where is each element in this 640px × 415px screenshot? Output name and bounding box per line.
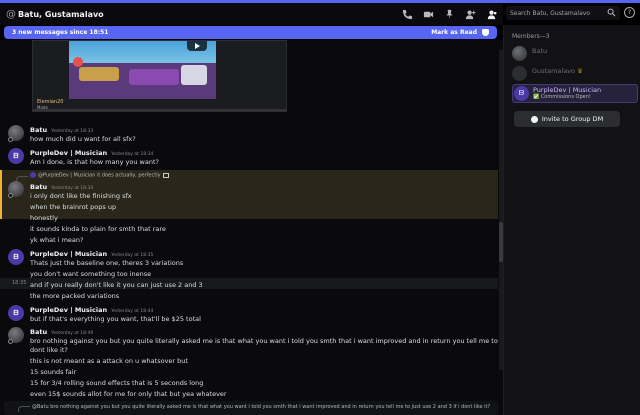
- message-text: i only dont like the finishing sfx: [30, 192, 132, 200]
- avatar[interactable]: ᗷ: [8, 249, 24, 265]
- message-author[interactable]: Batu Yesterday at 18:33: [30, 126, 93, 134]
- pin-icon[interactable]: [443, 8, 455, 20]
- member-name: Batu: [532, 47, 548, 55]
- message-text: Thats just the baseline one, theres 3 va…: [30, 259, 184, 267]
- reply-preview-bar[interactable]: @Batu bro nothing against you but you qu…: [4, 401, 498, 415]
- message-text: and if you really don't like it you can …: [30, 281, 203, 289]
- channel-title: Batu, Gustamalavo: [18, 9, 104, 19]
- message-text: dont like it?: [30, 346, 68, 354]
- message-text: it sounds kinda to plain for smth that r…: [30, 225, 166, 233]
- message-text: how much did u want for all sfx?: [30, 135, 136, 143]
- message-text: when the brainrot pops up: [30, 203, 117, 211]
- reply-preview-text: @Batu bro nothing against you but you qu…: [32, 404, 491, 410]
- message-text: bro nothing against you but you quite li…: [30, 337, 563, 345]
- message-author[interactable]: PurpleDev | Musician Yesterday at 18:35: [30, 250, 153, 258]
- message-timestamp: Yesterday at 18:34: [51, 186, 94, 191]
- member-status: ✅ Commissions Open!: [533, 94, 591, 100]
- reply-reference[interactable]: @PurpleDev | Musician it does actually, …: [30, 172, 169, 179]
- crown-icon: ♛: [577, 67, 583, 75]
- voice-call-icon[interactable]: [401, 8, 413, 20]
- avatar: [512, 66, 527, 81]
- message-text: this is not meant as a attack on u whats…: [30, 357, 188, 365]
- member-name: Gustamalavo ♛: [532, 67, 583, 75]
- video-frame: [69, 41, 216, 99]
- member-name: PurpleDev | Musician: [533, 86, 602, 94]
- message-text: you don't want something too inense: [30, 270, 152, 278]
- member-list-icon[interactable]: [485, 8, 497, 20]
- avatar[interactable]: ᗷ: [8, 148, 24, 164]
- hover-timestamp: 18:35: [12, 280, 27, 286]
- invite-to-group-button[interactable]: Invite to Group DM: [514, 111, 620, 127]
- avatar: [512, 46, 527, 61]
- avatar[interactable]: ᗷ: [8, 305, 24, 321]
- message-text: but if that's everything you want, that'…: [30, 315, 201, 323]
- message-text: 15 sounds fair: [30, 368, 77, 376]
- members-heading: Members—3: [512, 33, 550, 40]
- add-person-icon: [530, 115, 538, 123]
- mark-read-icon[interactable]: [482, 29, 489, 36]
- message-timestamp: Yesterday at 18:44: [111, 309, 154, 314]
- video-progress-bar[interactable]: [33, 109, 286, 111]
- member-item[interactable]: Batu: [512, 45, 638, 63]
- new-messages-bar[interactable]: 3 new messages since 18:51 Mark as Read: [4, 26, 497, 39]
- avatar: ᗷ: [514, 86, 529, 101]
- message-timestamp: Yesterday at 18:49: [51, 331, 94, 336]
- message-timestamp: Yesterday at 18:35: [111, 253, 154, 258]
- video-call-icon[interactable]: [422, 8, 434, 20]
- message-author[interactable]: Batu Yesterday at 18:49: [30, 328, 93, 336]
- status-indicator: [8, 339, 13, 344]
- message-timestamp: Yesterday at 18:33: [51, 129, 94, 134]
- video-embed[interactable]: Elemian20 Made: [32, 40, 287, 112]
- channel-header: @ Batu, Gustamalavo: [0, 3, 503, 25]
- message-timestamp: Yesterday at 18:34: [111, 152, 154, 157]
- member-list-panel: Members—3 Batu Gustamalavo ♛ ᗷ PurpleDev…: [503, 25, 640, 415]
- message-author[interactable]: Batu Yesterday at 18:34: [30, 183, 93, 191]
- reply-connector: [18, 406, 30, 412]
- help-icon[interactable]: ?: [624, 7, 635, 18]
- message-text: honestly: [30, 214, 58, 222]
- status-indicator: [8, 193, 13, 198]
- message-list[interactable]: Elemian20 Made 18:35 Batu Yesterday at 18…: [0, 40, 562, 415]
- message-text: even 15$ sounds allot for me for only th…: [30, 390, 227, 398]
- mark-as-read-button[interactable]: Mark as Read: [431, 29, 477, 36]
- status-indicator: [8, 137, 13, 142]
- play-icon[interactable]: [187, 41, 207, 51]
- reply-avatar-icon: [30, 172, 36, 178]
- message-text: Am I done, is that how many you want?: [30, 158, 159, 166]
- message-author[interactable]: PurpleDev | Musician Yesterday at 18:44: [30, 306, 153, 314]
- add-friends-icon[interactable]: [464, 8, 476, 20]
- message-text: yk what i mean?: [30, 236, 84, 244]
- search-icon: [607, 8, 616, 17]
- header-toolbar: [401, 8, 497, 20]
- image-attachment-icon: [162, 172, 169, 178]
- message-text: 15 for 3/4 rolling sound effects that is…: [30, 379, 204, 387]
- member-item[interactable]: ᗷ PurpleDev | Musician ✅ Commissions Ope…: [512, 84, 638, 103]
- message-author[interactable]: PurpleDev | Musician Yesterday at 18:34: [30, 149, 153, 157]
- new-messages-text: 3 new messages since 18:51: [12, 29, 109, 36]
- at-sign-icon: @: [6, 8, 16, 20]
- search-input[interactable]: Search Batu, Gustamalavo: [506, 6, 620, 20]
- message-text: the more packed variations: [30, 292, 120, 300]
- member-item[interactable]: Gustamalavo ♛: [512, 65, 638, 83]
